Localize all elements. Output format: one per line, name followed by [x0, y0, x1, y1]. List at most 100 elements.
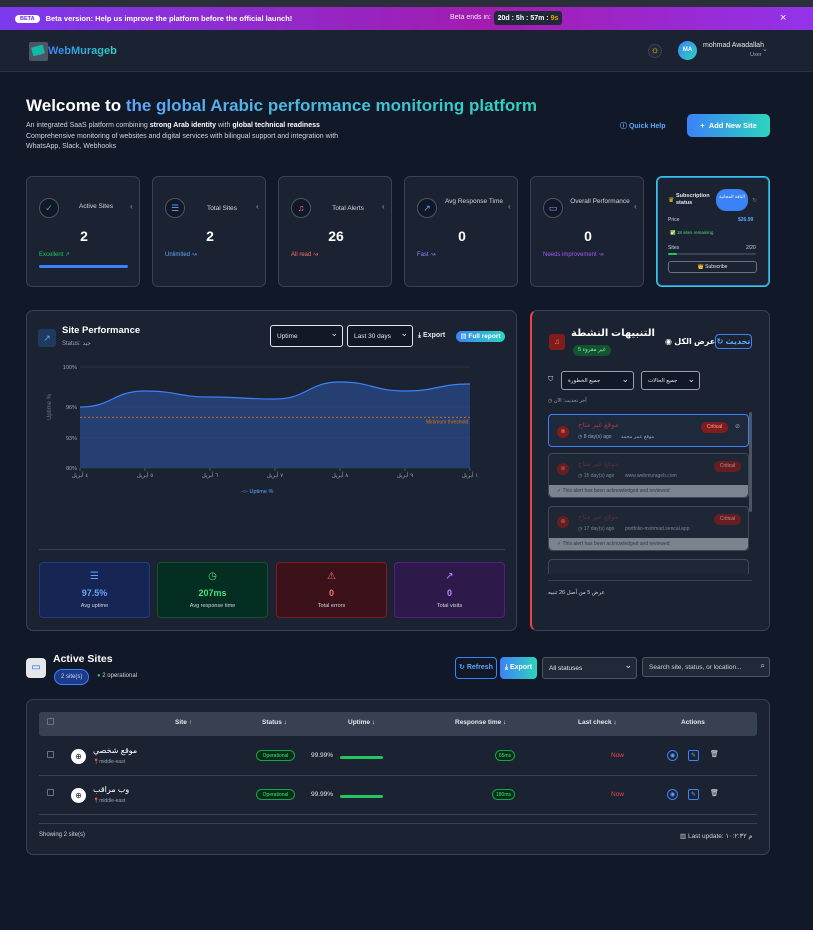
card-value: 0: [458, 228, 466, 244]
search-input[interactable]: Search site, status, or location... ⌕: [642, 657, 770, 677]
chevron-left-icon[interactable]: ‹: [634, 202, 637, 211]
column-status[interactable]: Status ↓: [262, 719, 287, 726]
column-last-check[interactable]: Last check ↓: [578, 719, 617, 726]
quick-help-link[interactable]: ⓘ Quick Help: [620, 121, 666, 131]
refresh-alerts-button[interactable]: ↻ تحديث: [715, 334, 752, 349]
site-name[interactable]: موقع شخصي: [93, 746, 137, 755]
desc-part: Comprehensive monitoring of websites and…: [26, 132, 339, 151]
full-report-button[interactable]: ▤ Full report: [456, 331, 505, 342]
edit-icon[interactable]: ✎: [688, 789, 699, 800]
export-sites-button[interactable]: ⤓ Export: [500, 657, 537, 679]
sites-label: Sites: [668, 245, 680, 251]
avatar[interactable]: MA: [678, 41, 697, 60]
alert-item[interactable]: ⊗ موقع غير متاح ◷ 8 day(s) ago موقع عمر …: [548, 414, 749, 447]
x-tick-label: ٧ أبريل: [267, 471, 284, 479]
row-checkbox[interactable]: [47, 789, 54, 796]
column-site[interactable]: Site ↑: [175, 719, 192, 726]
clock-icon: ◷: [208, 571, 217, 582]
chevron-down-icon: ⌄: [330, 328, 338, 338]
uptime-area: [80, 382, 470, 468]
stat-value: 207ms: [198, 588, 227, 598]
alert-item[interactable]: ⊗ موقع غير متاح ◷ 15 day(s) ago www.webm…: [548, 453, 749, 498]
chevron-down-icon[interactable]: ⌄: [762, 45, 768, 53]
column-response[interactable]: Response time ↓: [455, 719, 506, 726]
chevron-left-icon[interactable]: ‹: [508, 202, 511, 211]
uptime-bar: [340, 756, 383, 759]
countdown-hours: 5h: [515, 14, 525, 22]
close-icon[interactable]: ×: [780, 12, 786, 24]
y-tick-label: 93%: [66, 436, 77, 442]
subscribe-button[interactable]: 👑 Subscribe: [668, 261, 757, 273]
column-uptime[interactable]: Uptime ↓: [348, 719, 375, 726]
alerts-list[interactable]: ⊗ موقع غير متاح ◷ 8 day(s) ago موقع عمر …: [548, 412, 754, 574]
globe-icon: ⊕: [71, 788, 86, 803]
status-select-value: جميع الحالات: [648, 377, 678, 384]
view-eye-icon[interactable]: ◉: [667, 789, 678, 800]
refresh-icon[interactable]: ↻: [752, 197, 757, 204]
site-name[interactable]: وب مراقب: [93, 785, 129, 794]
alerts-last-update: ◷ آخر تحديث: الآن: [548, 398, 587, 404]
alert-time: ◷ 17 day(s) ago: [578, 526, 615, 532]
site-region: 📍middle-east: [93, 759, 125, 765]
stat-avg-uptime: ☰ 97.5% Avg uptime: [39, 562, 150, 618]
alert-site: www.webmurageb.com: [625, 473, 677, 479]
status-filter-value: All statuses: [549, 664, 583, 672]
desc-part: An integrated SaaS platform combining: [26, 122, 150, 129]
beta-message: Beta version: Help us improve the platfo…: [45, 14, 293, 23]
alert-time-value: 17 day(s) ago: [583, 526, 615, 532]
logo-icon[interactable]: [29, 42, 48, 61]
search-icon[interactable]: ⌕: [761, 661, 765, 671]
stat-value: 0: [328, 588, 334, 598]
globe-icon: ⊕: [71, 749, 86, 764]
bell-icon: ♫: [549, 334, 565, 350]
filter-icon: ⛉: [548, 376, 554, 383]
row-checkbox[interactable]: [47, 751, 54, 758]
countdown-seconds: 9s: [550, 14, 559, 22]
range-select[interactable]: Last 30 days ⌄: [347, 325, 413, 347]
refresh-label: تحديث: [725, 337, 751, 346]
add-site-button[interactable]: + Add New Site: [687, 114, 770, 137]
mute-icon[interactable]: ⊘: [735, 423, 740, 430]
trend-icon: ↗: [417, 198, 437, 218]
last-update-label: Last update: م ١٠:٢:٣٢: [687, 833, 753, 840]
response-badge: 180ms: [492, 789, 515, 800]
beta-banner: BETA Beta version: Help us improve the p…: [0, 7, 813, 30]
site-region: 📍middle-east: [93, 798, 125, 804]
select-all-checkbox[interactable]: [47, 718, 54, 725]
theme-toggle-sun-icon[interactable]: ☼: [648, 44, 662, 58]
hero-description: An integrated SaaS platform combining st…: [26, 121, 366, 153]
status-filter-select[interactable]: All statuses ⌄: [542, 657, 637, 679]
severity-select[interactable]: جميع الخطورة ⌄: [561, 371, 634, 390]
edit-icon[interactable]: ✎: [688, 750, 699, 761]
view-all-button[interactable]: ◉ عرض الكل: [665, 337, 715, 346]
uptime-bar: [340, 795, 383, 798]
user-name[interactable]: mohmad Awadallah: [703, 42, 764, 49]
metric-select[interactable]: Uptime ⌄: [270, 325, 343, 347]
card-status: Unlimited ↝: [165, 252, 197, 258]
refresh-button[interactable]: ↻ Refresh: [455, 657, 497, 679]
card-value: 2: [80, 228, 88, 244]
critical-badge: Critical: [714, 514, 741, 525]
table-row[interactable]: [39, 776, 757, 815]
chevron-left-icon[interactable]: ‹: [130, 202, 133, 211]
status-select[interactable]: جميع الحالات ⌄: [641, 371, 700, 390]
view-eye-icon[interactable]: ◉: [667, 750, 678, 761]
table-row[interactable]: [39, 737, 757, 776]
scrollbar[interactable]: [749, 412, 752, 512]
search-placeholder: Search site, status, or location...: [649, 663, 742, 671]
countdown-days: 20d: [497, 14, 510, 22]
chart-legend[interactable]: -○- Uptime %: [241, 489, 273, 495]
trash-icon[interactable]: 🗑: [710, 789, 719, 797]
refresh-label: Refresh: [466, 664, 493, 671]
stat-avg-response: ◷ 207ms Avg response time: [157, 562, 268, 618]
status-badge: Operational: [256, 789, 295, 800]
trash-icon[interactable]: 🗑: [710, 750, 719, 758]
brand-name[interactable]: WebMurageb: [48, 45, 117, 57]
alert-item[interactable]: [548, 559, 749, 574]
chevron-left-icon[interactable]: ‹: [256, 202, 259, 211]
divider: [548, 580, 752, 581]
chevron-left-icon[interactable]: ‹: [382, 202, 385, 211]
export-button[interactable]: ⤓ Export: [418, 332, 445, 340]
alert-item[interactable]: ⊗ موقع غير متاح ◷ 17 day(s) ago portfoli…: [548, 506, 749, 551]
plus-icon: +: [700, 121, 709, 130]
